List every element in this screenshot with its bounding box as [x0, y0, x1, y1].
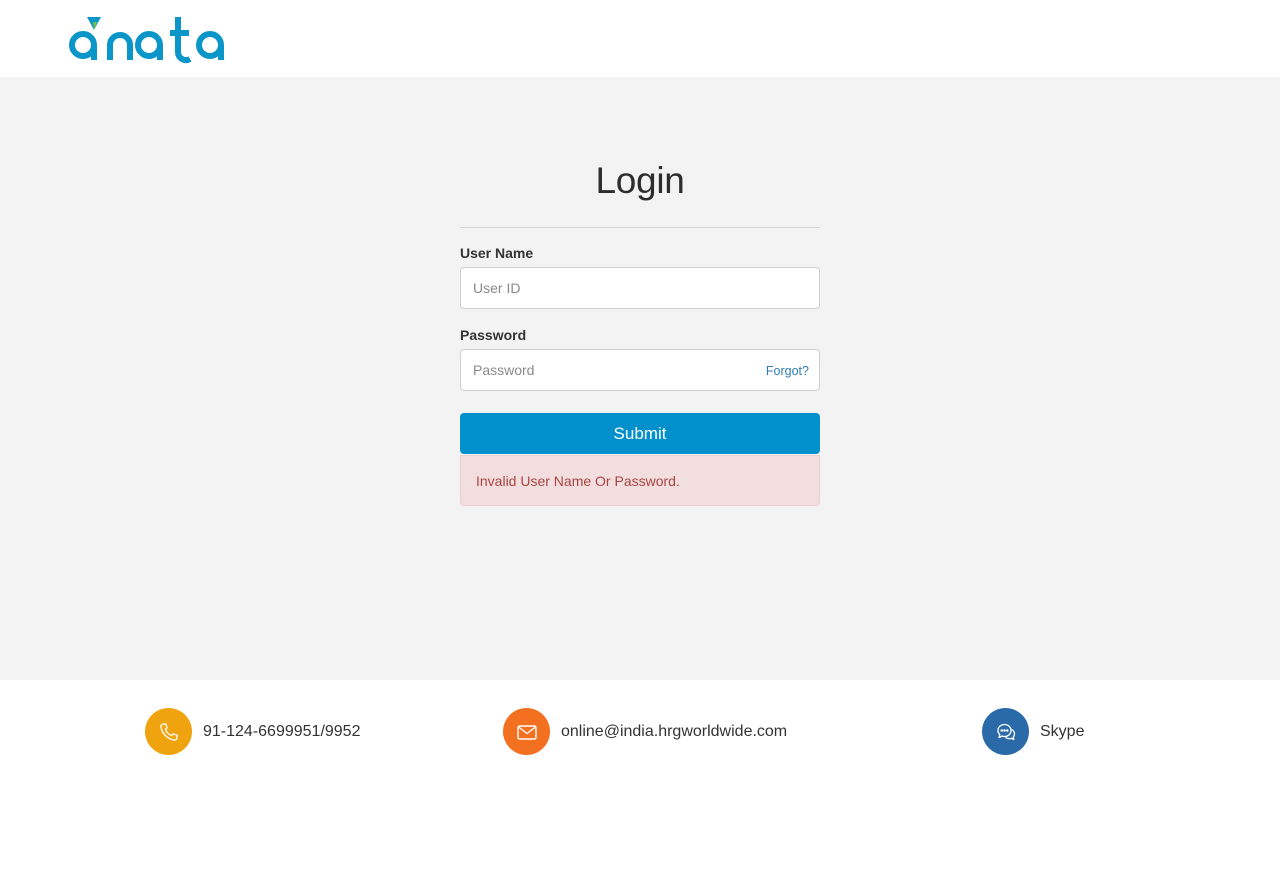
error-alert: Invalid User Name Or Password.	[460, 455, 820, 506]
email-address: online@india.hrgworldwide.com	[561, 722, 788, 740]
login-title: Login	[595, 160, 685, 201]
contact-email: online@india.hrgworldwide.com	[503, 708, 787, 755]
username-label: User Name	[460, 245, 534, 261]
chat-icon	[982, 708, 1029, 755]
phone-icon	[145, 708, 192, 755]
mail-icon	[503, 708, 550, 755]
title-divider	[460, 227, 820, 228]
contact-skype: Skype	[982, 708, 1084, 755]
username-field-wrap	[460, 267, 820, 309]
skype-label[interactable]: Skype	[1040, 723, 1084, 741]
password-label: Password	[460, 327, 527, 343]
dnata-logo[interactable]	[69, 14, 235, 64]
password-field-wrap: Forgot?	[460, 349, 820, 391]
header	[0, 0, 1280, 77]
login-section: Login User Name Password Forgot? Submit …	[0, 77, 1280, 680]
footer: 91-124-6699951/9952 online@india.hrgworl…	[0, 680, 1280, 869]
login-form: Login User Name Password Forgot? Submit …	[460, 157, 820, 506]
forgot-password-link[interactable]: Forgot?	[766, 363, 809, 379]
contact-phone: 91-124-6699951/9952	[145, 708, 360, 755]
submit-button[interactable]: Submit	[460, 413, 820, 454]
phone-number: 91-124-6699951/9952	[203, 722, 361, 740]
dnata-logo-mark	[69, 17, 224, 64]
username-input[interactable]	[460, 267, 820, 309]
